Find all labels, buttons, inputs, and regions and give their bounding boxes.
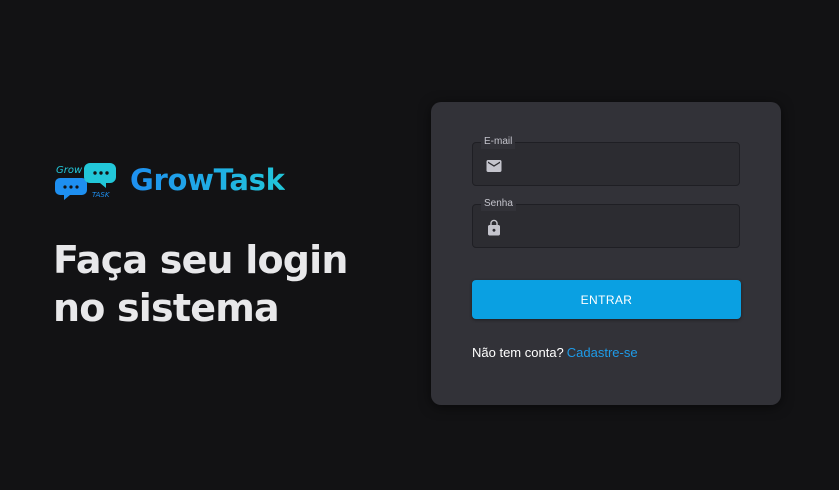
signup-link[interactable]: Cadastre-se <box>567 345 638 360</box>
password-label: Senha <box>481 197 516 211</box>
brand: Grow TASK GrowTask <box>54 160 285 200</box>
password-field[interactable]: Senha <box>472 197 740 249</box>
svg-text:TASK: TASK <box>92 191 111 199</box>
lock-icon <box>488 219 500 236</box>
headline-line-2: no sistema <box>53 286 280 330</box>
signup-row: Não tem conta? Cadastre-se <box>472 345 638 361</box>
mail-icon <box>486 160 502 172</box>
password-input[interactable] <box>513 205 737 249</box>
login-button[interactable]: ENTRAR <box>472 280 741 319</box>
login-page: Grow TASK GrowTask Faça seu login no sis… <box>0 0 839 490</box>
page-headline: Faça seu login no sistema <box>53 236 393 332</box>
signup-prompt: Não tem conta? <box>472 345 564 360</box>
email-field[interactable]: E-mail <box>472 135 740 187</box>
email-input[interactable] <box>513 143 737 187</box>
login-card: E-mail Senha ENTRAR Não tem conta? Cadast… <box>431 102 781 405</box>
growtask-logo-icon: Grow TASK <box>55 163 116 200</box>
headline-line-1: Faça seu login <box>53 238 348 282</box>
svg-text:Grow: Grow <box>56 165 83 176</box>
brand-name: GrowTask <box>130 163 285 197</box>
email-label: E-mail <box>481 135 516 149</box>
